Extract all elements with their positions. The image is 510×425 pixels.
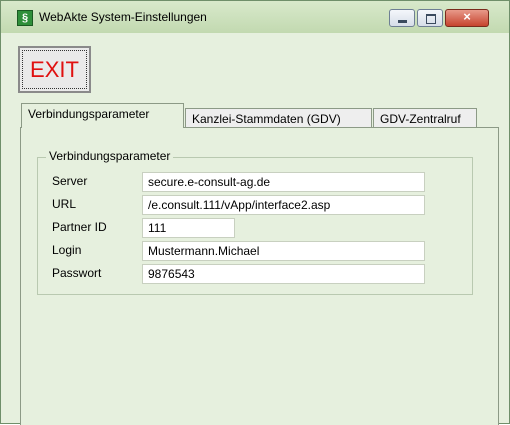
partner-id-field[interactable]: 111 bbox=[142, 218, 235, 238]
exit-button[interactable]: EXIT bbox=[18, 46, 91, 93]
login-label: Login bbox=[52, 243, 82, 257]
window-title: WebAkte System-Einstellungen bbox=[39, 10, 207, 24]
tab-panel-verbindungsparameter: Verbindungsparameter Server secure.e-con… bbox=[20, 127, 499, 425]
password-label: Passwort bbox=[52, 266, 102, 280]
server-label: Server bbox=[52, 174, 88, 188]
connection-groupbox: Verbindungsparameter Server secure.e-con… bbox=[37, 149, 473, 295]
tab-verbindungsparameter[interactable]: Verbindungsparameter bbox=[21, 103, 184, 128]
url-label: URL bbox=[52, 197, 77, 211]
close-icon: × bbox=[463, 9, 471, 24]
url-field[interactable]: /e.consult.111/vApp/interface2.asp bbox=[142, 195, 425, 215]
server-field[interactable]: secure.e-consult-ag.de bbox=[142, 172, 425, 192]
groupbox-title: Verbindungsparameter bbox=[46, 149, 174, 163]
minimize-button[interactable] bbox=[389, 9, 415, 27]
minimize-icon bbox=[398, 20, 407, 23]
settings-window: § WebAkte System-Einstellungen × EXIT Ve… bbox=[0, 0, 510, 425]
partner-id-label: Partner ID bbox=[52, 220, 107, 234]
password-field[interactable]: 9876543 bbox=[142, 264, 425, 284]
login-field[interactable]: Mustermann.Michael bbox=[142, 241, 425, 261]
close-button[interactable]: × bbox=[445, 9, 489, 27]
title-bar[interactable]: § WebAkte System-Einstellungen × bbox=[1, 1, 509, 33]
app-paragraph-icon: § bbox=[17, 10, 33, 26]
maximize-button[interactable] bbox=[417, 9, 443, 27]
maximize-icon bbox=[426, 14, 436, 24]
